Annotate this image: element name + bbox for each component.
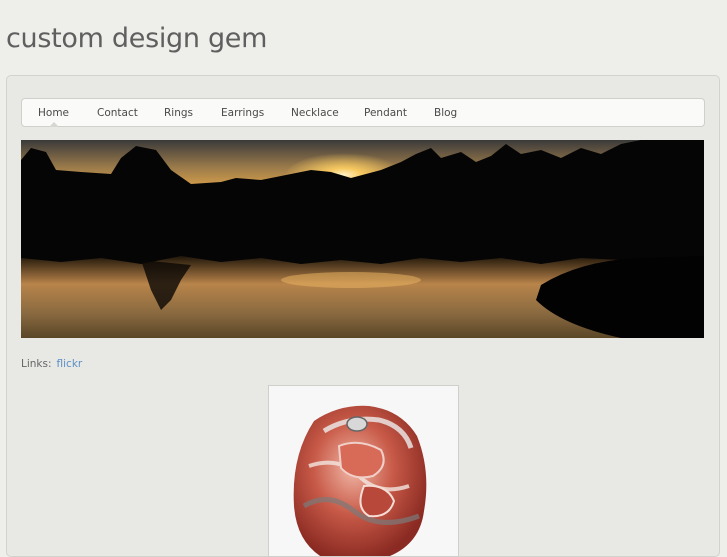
- header-banner-image: [21, 140, 704, 338]
- nav-pendant[interactable]: Pendant: [364, 99, 407, 126]
- gemstone-pendant-photo: [293, 405, 427, 556]
- product-image-frame[interactable]: [268, 385, 459, 557]
- nav-contact[interactable]: Contact: [97, 99, 138, 126]
- sunset-lake-photo: [21, 140, 704, 338]
- site-title[interactable]: custom design gem: [6, 22, 267, 56]
- nav-rings[interactable]: Rings: [164, 99, 193, 126]
- nav-blog[interactable]: Blog: [434, 99, 457, 126]
- flickr-link[interactable]: flickr: [57, 358, 83, 370]
- content-container: Home Contact Rings Earrings Necklace Pen…: [6, 75, 720, 557]
- nav-home[interactable]: Home: [38, 99, 69, 127]
- links-label: Links:: [21, 358, 52, 370]
- links-row: Links: flickr: [21, 358, 82, 370]
- main-nav: Home Contact Rings Earrings Necklace Pen…: [21, 98, 705, 127]
- nav-earrings[interactable]: Earrings: [221, 99, 264, 126]
- nav-necklace[interactable]: Necklace: [291, 99, 339, 126]
